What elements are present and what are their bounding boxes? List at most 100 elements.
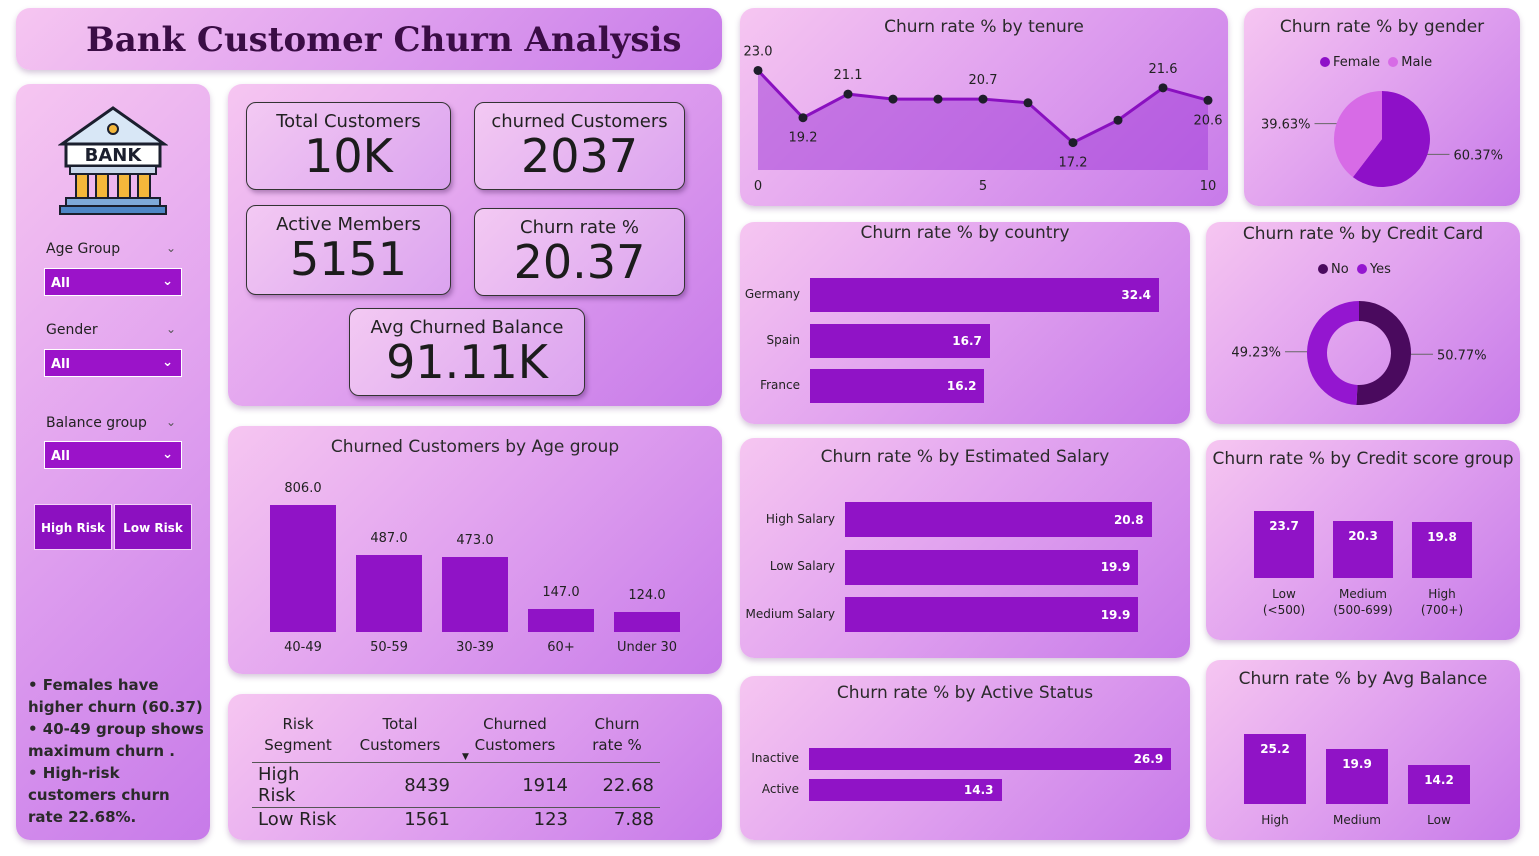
kpi-value: 10K	[304, 129, 393, 183]
table-row[interactable]: Low Risk 1561 123 7.88	[252, 807, 660, 831]
balance-group-dropdown-value: All	[51, 449, 70, 464]
country-chart: Churn rate % by country Germany 32.4 Spain…	[740, 222, 1190, 424]
bar[interactable]: 19.8	[1412, 522, 1472, 578]
pie-slice[interactable]	[1307, 301, 1359, 405]
slice-value-label: 50.77%	[1437, 348, 1487, 363]
bar[interactable]: 23.7	[1254, 511, 1314, 578]
data-point[interactable]	[1023, 98, 1033, 108]
data-point[interactable]	[888, 94, 898, 104]
data-point[interactable]	[1203, 95, 1213, 105]
bar-value-label: 147.0	[542, 584, 580, 600]
kpi-total-customers: Total Customers 10K	[246, 102, 451, 190]
filter-panel: BANK Age Group ⌄ All ⌄ Gender ⌄ All ⌄ Ba…	[16, 84, 210, 840]
bar-value-label: 19.9	[1100, 607, 1131, 622]
bar-value-label: 14.2	[1424, 772, 1454, 787]
data-label: 20.6	[1194, 113, 1223, 128]
bar[interactable]	[270, 504, 336, 632]
bar-category-label: 50-59	[370, 640, 408, 655]
age-group-slicer-label: Age Group	[46, 241, 121, 257]
chevron-down-icon[interactable]: ⌄	[166, 322, 176, 336]
page-title: Bank Customer Churn Analysis	[86, 20, 682, 60]
bar[interactable]: 20.3	[1333, 521, 1393, 578]
bar[interactable]	[528, 608, 594, 632]
data-label: 17.2	[1059, 156, 1088, 171]
risk-table-panel: Risk Segment Total Customers Churned Cus…	[228, 694, 722, 840]
bar-category-label-line: High	[1428, 587, 1456, 601]
slice-value-label: 49.23%	[1231, 346, 1281, 361]
data-point[interactable]	[978, 94, 988, 104]
column-header[interactable]: Total Customers	[344, 714, 456, 763]
gender-dropdown[interactable]: All ⌄	[44, 349, 182, 377]
gender-chart: Churn rate % by gender Female Male 60.37…	[1244, 8, 1520, 206]
data-label: 21.6	[1149, 62, 1178, 77]
column-header[interactable]: Churn rate %	[574, 714, 660, 763]
data-label: 21.1	[834, 68, 863, 83]
age-group-dropdown-value: All	[51, 276, 70, 291]
data-point[interactable]	[1068, 138, 1078, 148]
slice-value-label: 60.37%	[1453, 148, 1503, 163]
table-cell: 8439	[344, 762, 456, 808]
bar-category-label: Medium Salary	[745, 606, 836, 621]
salary-chart: Churn rate % by Estimated Salary High Sa…	[740, 438, 1190, 658]
bar-category-label: Spain	[766, 332, 800, 347]
bar[interactable]	[356, 555, 422, 632]
title-panel: Bank Customer Churn Analysis	[16, 8, 722, 70]
age-group-dropdown[interactable]: All ⌄	[44, 268, 182, 296]
bar[interactable]	[614, 612, 680, 632]
data-point[interactable]	[753, 65, 763, 75]
kpi-value: 91.11K	[386, 335, 548, 389]
kpi-value: 2037	[520, 129, 639, 183]
pie-slice[interactable]	[1356, 301, 1411, 405]
table-row[interactable]: High Risk 8439 1914 22.68	[252, 762, 660, 808]
credit-card-donut-chart: 50.77% 49.23%	[1231, 301, 1487, 405]
bar[interactable]: 32.4	[810, 278, 1159, 312]
bar-category-label-line: Low	[1272, 587, 1296, 601]
tenure-chart: Churn rate % by tenure 23.0 19.2 21.1 20.7 1…	[740, 8, 1228, 206]
x-tick-label: 5	[979, 179, 987, 194]
chevron-down-icon[interactable]: ⌄	[166, 241, 176, 255]
chevron-down-icon: ⌄	[162, 447, 173, 462]
kpi-value: 5151	[289, 232, 408, 286]
bar[interactable]: 20.8	[845, 502, 1152, 537]
bar-value-label: 16.7	[952, 333, 982, 348]
column-header[interactable]: Churned Customers	[456, 714, 574, 763]
chart-title: Churn rate % by Credit score group	[1212, 449, 1514, 469]
bar[interactable]: 16.7	[810, 323, 990, 358]
avg-balance-chart: Churn rate % by Avg Balance 25.2 High 19.9…	[1206, 660, 1520, 840]
data-point[interactable]	[1113, 115, 1123, 125]
bar[interactable]: 25.2	[1244, 734, 1306, 804]
chart-title: Churn rate % by Avg Balance	[1238, 669, 1488, 689]
column-header[interactable]: Risk Segment	[252, 714, 344, 763]
data-point[interactable]	[933, 94, 943, 104]
bar[interactable]	[442, 557, 508, 632]
table-cell: 22.68	[574, 762, 660, 808]
bar[interactable]: 19.9	[1326, 748, 1388, 804]
table-cell: 7.88	[574, 807, 660, 831]
chevron-down-icon: ⌄	[162, 274, 173, 289]
balance-group-slicer-label: Balance group	[46, 415, 147, 431]
bar-category-label: Active	[761, 782, 799, 796]
low-risk-button[interactable]: Low Risk	[114, 504, 192, 550]
bar-value-label: 124.0	[628, 588, 666, 604]
bar[interactable]: 26.9	[809, 748, 1172, 770]
slice-value-label: 39.63%	[1261, 118, 1311, 133]
kpi-panel: Total Customers 10K churned Customers 20…	[228, 84, 722, 406]
bar-value-label: 20.8	[1113, 512, 1144, 527]
x-tick-label: 0	[754, 179, 762, 194]
kpi-churn-rate: Churn rate % 20.37	[474, 208, 685, 296]
data-point[interactable]	[798, 113, 808, 123]
table-cell: High Risk	[252, 762, 344, 808]
data-point[interactable]	[843, 89, 853, 99]
bar[interactable]: 16.2	[810, 369, 985, 403]
data-point[interactable]	[1158, 83, 1168, 93]
high-risk-button[interactable]: High Risk	[34, 504, 112, 550]
bar[interactable]: 14.3	[809, 779, 1002, 801]
bar[interactable]: 14.2	[1408, 764, 1470, 804]
balance-group-dropdown[interactable]: All ⌄	[44, 441, 182, 469]
bar[interactable]: 19.9	[845, 549, 1139, 585]
bar-category-label: High (700+)	[1398, 586, 1486, 618]
bar[interactable]: 19.9	[845, 597, 1139, 632]
sort-descending-icon[interactable]: ▼	[462, 752, 469, 762]
bar-value-label: 487.0	[370, 531, 408, 547]
chevron-down-icon[interactable]: ⌄	[166, 415, 176, 429]
